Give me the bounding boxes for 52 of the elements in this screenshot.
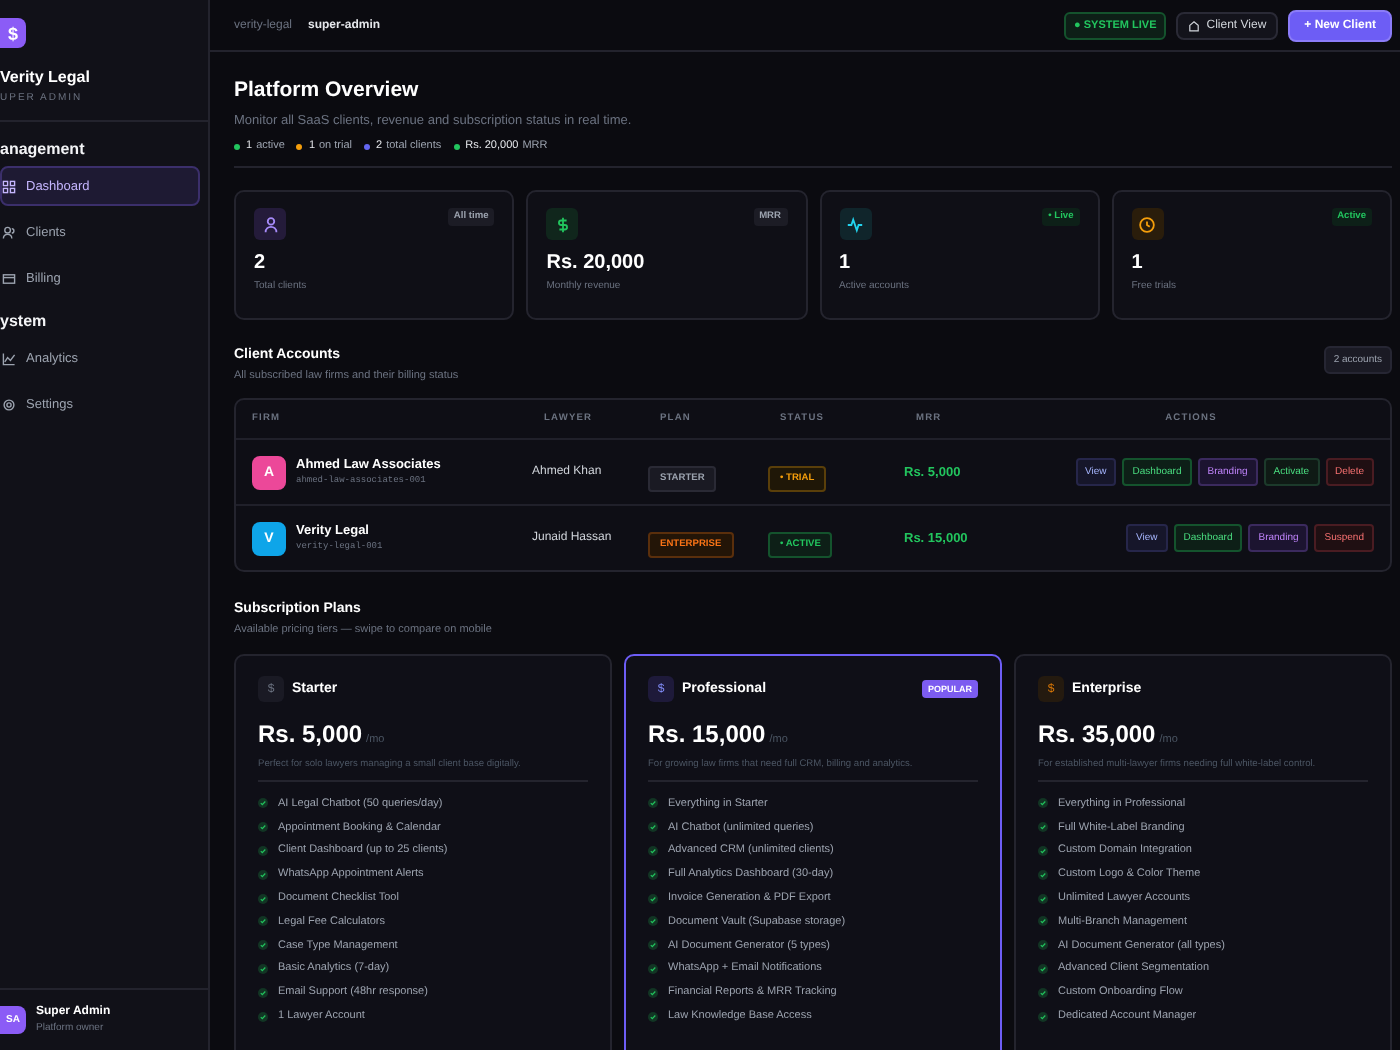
check-icon [1038, 1011, 1048, 1022]
check-icon [648, 940, 658, 951]
check-icon [258, 987, 268, 998]
logo-icon: $ [0, 18, 26, 48]
person-icon [254, 208, 286, 240]
check-icon [1038, 893, 1048, 904]
check-icon [258, 916, 268, 927]
check-icon [1038, 822, 1048, 833]
check-icon [648, 798, 658, 809]
check-icon [648, 893, 658, 904]
check-icon [648, 987, 658, 998]
check-icon [648, 822, 658, 833]
check-icon [648, 845, 658, 856]
card-icon [2, 271, 16, 285]
check-icon [1038, 798, 1048, 809]
check-icon [1038, 963, 1048, 974]
card-value: 1 [839, 252, 853, 274]
check-icon [258, 940, 268, 951]
brand-name: Verity Legal [0, 68, 92, 86]
users-icon [2, 225, 16, 239]
settings-icon [2, 397, 16, 411]
plan-price: Rs. 15,000 [648, 720, 766, 748]
check-icon [1038, 845, 1048, 856]
plan-price: Rs. 35,000 [1038, 720, 1156, 748]
check-icon [648, 916, 658, 927]
check-icon [258, 869, 268, 880]
dollar-icon [546, 208, 579, 240]
check-icon [1038, 940, 1048, 951]
check-icon [1038, 916, 1048, 927]
check-icon [258, 963, 268, 974]
check-icon [258, 845, 268, 856]
check-icon [648, 1011, 658, 1022]
chart-icon [2, 351, 16, 365]
plan-price: Rs. 5,000 [258, 720, 363, 748]
check-icon [258, 1011, 268, 1022]
check-icon [648, 869, 658, 880]
card-value: Rs. 20,000 [546, 252, 647, 274]
home-icon [1188, 19, 1201, 31]
card-value: 2 [254, 252, 268, 274]
grid-icon [2, 179, 16, 193]
section-title: ystem [0, 312, 49, 330]
card-value: 1 [1131, 252, 1145, 274]
check-icon [258, 893, 268, 904]
check-icon [258, 822, 268, 833]
check-icon [1038, 987, 1048, 998]
check-icon [258, 798, 268, 809]
page-title: Platform Overview [234, 78, 421, 102]
clock-icon [1131, 208, 1164, 240]
check-icon [1038, 869, 1048, 880]
check-icon [648, 963, 658, 974]
pulse-icon [839, 208, 871, 240]
section-title: anagement [0, 140, 87, 158]
